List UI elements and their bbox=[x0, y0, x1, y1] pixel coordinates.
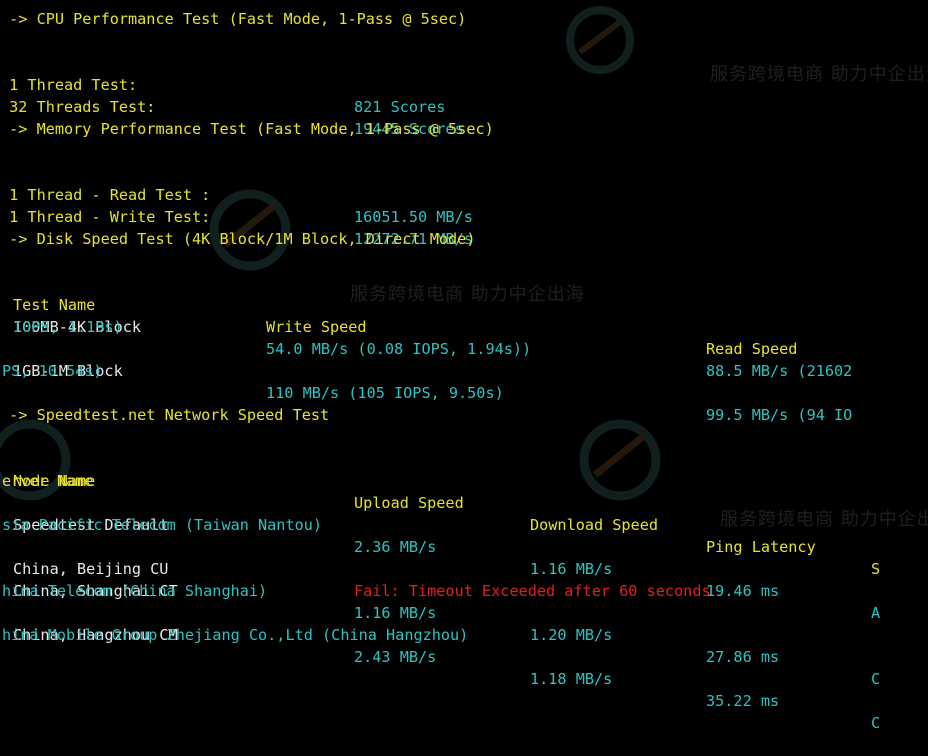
cpu-single-value: 821 Scores bbox=[354, 98, 446, 116]
memory-read-row: 1 Thread - Read Test : 16051.50 MB/s bbox=[0, 162, 473, 226]
memory-write-row: 1 Thread - Write Test: 12272.71 MB/s bbox=[0, 184, 473, 248]
disk-row-write: 110 MB/s (105 IOPS, 9.50s) bbox=[266, 384, 504, 402]
disk-row: 100MB-4K Block 54.0 MB/s (0.08 IOPS, 1.9… bbox=[0, 294, 852, 380]
network-row: Speedtest Default 2.36 MB/s 1.16 MB/s 19… bbox=[0, 492, 880, 622]
network-row: China, Beijing CU Fail: Timeout Exceeded… bbox=[0, 536, 711, 600]
network-row-fail-message: Fail: Timeout Exceeded after 60 seconds bbox=[354, 582, 711, 600]
network-row-upload: 2.43 MB/s bbox=[354, 648, 437, 666]
network-row-ping: 35.22 ms bbox=[706, 692, 780, 710]
disk-col-write-speed: Write Speed bbox=[266, 318, 367, 336]
network-row-server-a: C bbox=[871, 714, 881, 732]
cpu-multi-thread-row: 32 Threads Test: 19445 Scores bbox=[0, 74, 464, 138]
network-row: China, Shanghai CT 1.16 MB/s 1.20 MB/s 2… bbox=[0, 558, 880, 688]
network-col-download: Download Speed bbox=[530, 516, 659, 534]
network-col-server-a: S bbox=[871, 560, 881, 578]
disk-row: 1GB-1M Block 110 MB/s (105 IOPS, 9.50s) … bbox=[0, 338, 852, 424]
cpu-multi-label: 32 Threads Test: bbox=[0, 98, 156, 116]
memory-write-label: 1 Thread - Write Test: bbox=[0, 208, 211, 226]
network-row-server-a: C bbox=[871, 670, 881, 688]
memory-read-value: 16051.50 MB/s bbox=[354, 208, 473, 226]
terminal-output: -> CPU Performance Test (Fast Mode, 1-Pa… bbox=[0, 0, 928, 732]
network-row: China, Hangzhou CM 2.43 MB/s 1.18 MB/s 3… bbox=[0, 602, 880, 732]
disk-row-read: 88.5 MB/s (21602 bbox=[706, 362, 853, 380]
disk-row-read-wrap: IOPS, 1.19s) bbox=[13, 318, 123, 336]
disk-table-header: Test Name Write Speed Read Speed bbox=[0, 272, 797, 358]
network-row-upload: 2.36 MB/s bbox=[354, 538, 437, 556]
network-row-server-wrap: hina Mobile Group Zhejiang Co.,Ltd (Chin… bbox=[2, 626, 469, 644]
disk-col-read-speed: Read Speed bbox=[706, 340, 798, 358]
network-section-header: -> Speedtest.net Network Speed Test bbox=[0, 406, 330, 424]
network-row-ping: 27.86 ms bbox=[706, 648, 780, 666]
disk-section-header: -> Disk Speed Test (4K Block/1M Block, D… bbox=[0, 230, 476, 248]
disk-row-read: 99.5 MB/s (94 IO bbox=[706, 406, 853, 424]
cpu-section-header: -> CPU Performance Test (Fast Mode, 1-Pa… bbox=[0, 10, 467, 28]
disk-row-read-wrap: PS, 10.54s) bbox=[2, 362, 103, 380]
network-row-server-wrap: hina Telecom (China Shanghai) bbox=[2, 582, 268, 600]
network-table-header: Node Name Upload Speed Download Speed Pi… bbox=[0, 448, 880, 578]
disk-row-write: 54.0 MB/s (0.08 IOPS, 1.94s)) bbox=[266, 340, 532, 358]
network-col-server-wrap: erver Name bbox=[2, 472, 94, 490]
network-row-download: 1.20 MB/s bbox=[530, 626, 613, 644]
network-col-ping: Ping Latency bbox=[706, 538, 816, 556]
network-col-upload: Upload Speed bbox=[354, 494, 464, 512]
network-row-download: 1.18 MB/s bbox=[530, 670, 613, 688]
network-row-upload: 1.16 MB/s bbox=[354, 604, 437, 622]
network-row-download: 1.16 MB/s bbox=[530, 560, 613, 578]
network-row-ping: 19.46 ms bbox=[706, 582, 780, 600]
cpu-single-thread-row: 1 Thread Test: 821 Scores bbox=[0, 52, 445, 116]
network-row-server-a: A bbox=[871, 604, 881, 622]
network-row-server-wrap: sia Pacific Telecom (Taiwan Nantou) bbox=[2, 516, 323, 534]
memory-section-header: -> Memory Performance Test (Fast Mode, 1… bbox=[0, 120, 494, 138]
